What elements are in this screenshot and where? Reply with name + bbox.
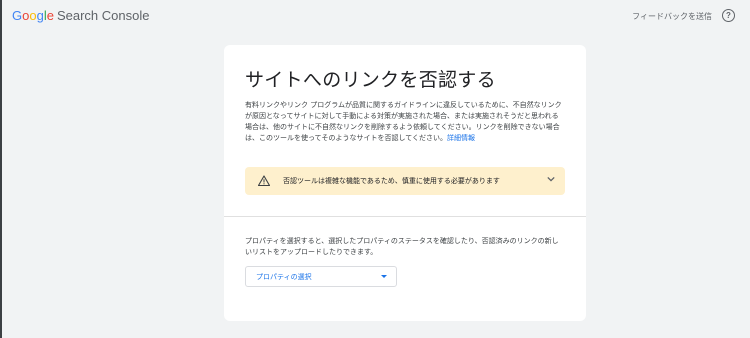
logo-letter: e (46, 8, 54, 23)
window-edge (0, 0, 2, 338)
description-body: 有料リンクやリンク プログラムが品質に関するガイドラインに違反しているために、不… (245, 101, 562, 142)
send-feedback-link[interactable]: フィードバックを送信 (632, 11, 712, 22)
help-circle-icon[interactable]: ? (722, 9, 735, 22)
google-search-console-logo[interactable]: Google Search Console (12, 8, 149, 23)
logo-product-name: Search Console (56, 8, 150, 23)
logo-letter: g (36, 8, 44, 23)
property-select-label: プロパティの選択 (256, 273, 312, 281)
section-divider (224, 216, 586, 217)
learn-more-link[interactable]: 詳細情報 (447, 134, 475, 142)
warning-triangle-icon (258, 175, 270, 186)
warning-text: 否認ツールは複雑な機能であるため、慎重に使用する必要があります (283, 177, 500, 185)
top-app-bar: Google Search Console フィードバックを送信 ? (2, 0, 750, 34)
property-select-description: プロパティを選択すると、選択したプロパティのステータスを確認したり、否認済みのリ… (245, 237, 559, 256)
description-text: 有料リンクやリンク プログラムが品質に関するガイドラインに違反しているために、不… (245, 100, 563, 144)
dropdown-arrow-icon (381, 275, 387, 278)
page-title: サイトへのリンクを否認する (245, 69, 496, 91)
property-select-dropdown[interactable]: プロパティの選択 (245, 266, 397, 287)
logo-letter: o (29, 8, 37, 23)
disavow-card: サイトへのリンクを否認する 有料リンクやリンク プログラムが品質に関するガイドラ… (224, 45, 586, 321)
warning-banner[interactable]: 否認ツールは複雑な機能であるため、慎重に使用する必要があります (245, 167, 565, 195)
chevron-down-icon[interactable] (547, 176, 555, 182)
logo-letter: G (12, 8, 23, 23)
